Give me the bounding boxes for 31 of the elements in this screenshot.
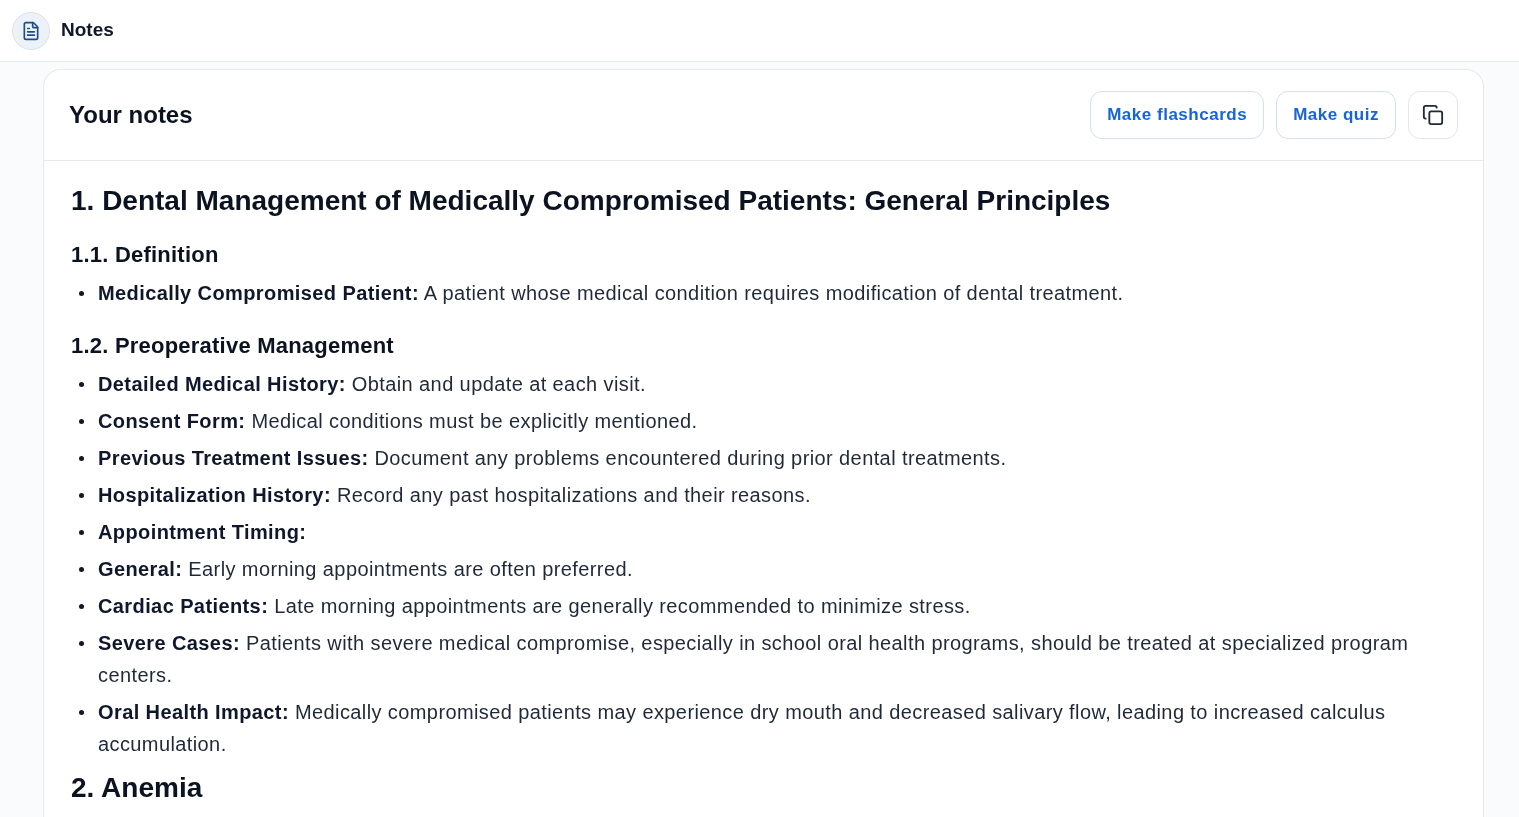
bullet-icon	[79, 381, 84, 387]
bullet-text: Cardiac Patients: Late morning appointments are generally recommended to minimize stress.	[98, 594, 971, 619]
bullet-text: Appointment Timing:	[98, 520, 307, 545]
bullet-text: Previous Treatment Issues: Document any problems encountered during prior dental treatments.	[98, 446, 1007, 471]
bullet-icon	[79, 709, 84, 715]
subsection-heading: 1.2. Preoperative Management	[71, 332, 395, 360]
bullet-icon	[79, 566, 84, 572]
bullet-text: Detailed Medical History: Obtain and update at each visit.	[98, 372, 646, 397]
bullet-text: General: Early morning appointments are often preferred.	[98, 557, 633, 582]
section-heading: 2. Anemia	[71, 772, 204, 804]
document-icon	[12, 11, 50, 50]
bullet-icon	[79, 603, 84, 609]
card-title: Your notes	[69, 100, 193, 130]
section-heading: 1. Dental Management of Medically Compromised Patients: General Principles	[71, 185, 1112, 217]
subsection-heading: 1.1. Definition	[71, 241, 220, 269]
bullet-text: Severe Cases: Patients with severe medical compromise, especially in school oral health programs, should be treated at specialized program centers.	[98, 631, 1410, 688]
bullet-text: Medically Compromised Patient: A patient whose medical condition requires modification of dental treatment.	[98, 281, 1124, 306]
bullet-text: Oral Health Impact: Medically compromised patients may experience dry mouth and decreased salivary flow, leading to increased calculus accumulation.	[98, 700, 1387, 757]
bullet-icon	[79, 640, 84, 646]
bullet-text: Consent Form: Medical conditions must be explicitly mentioned.	[98, 409, 698, 434]
action-button[interactable]: Make flashcards	[1090, 91, 1265, 139]
bullet-icon	[79, 290, 84, 296]
page-title: Notes	[61, 18, 114, 43]
copy-button[interactable]	[1408, 91, 1458, 139]
bullet-icon	[79, 455, 84, 461]
bullet-icon	[79, 418, 84, 424]
bullet-icon	[79, 529, 84, 535]
copy-icon	[1422, 104, 1444, 126]
bullet-text: Hospitalization History: Record any past hospitalizations and their reasons.	[98, 483, 811, 508]
bullet-icon	[79, 492, 84, 498]
action-button[interactable]: Make quiz	[1276, 91, 1396, 139]
